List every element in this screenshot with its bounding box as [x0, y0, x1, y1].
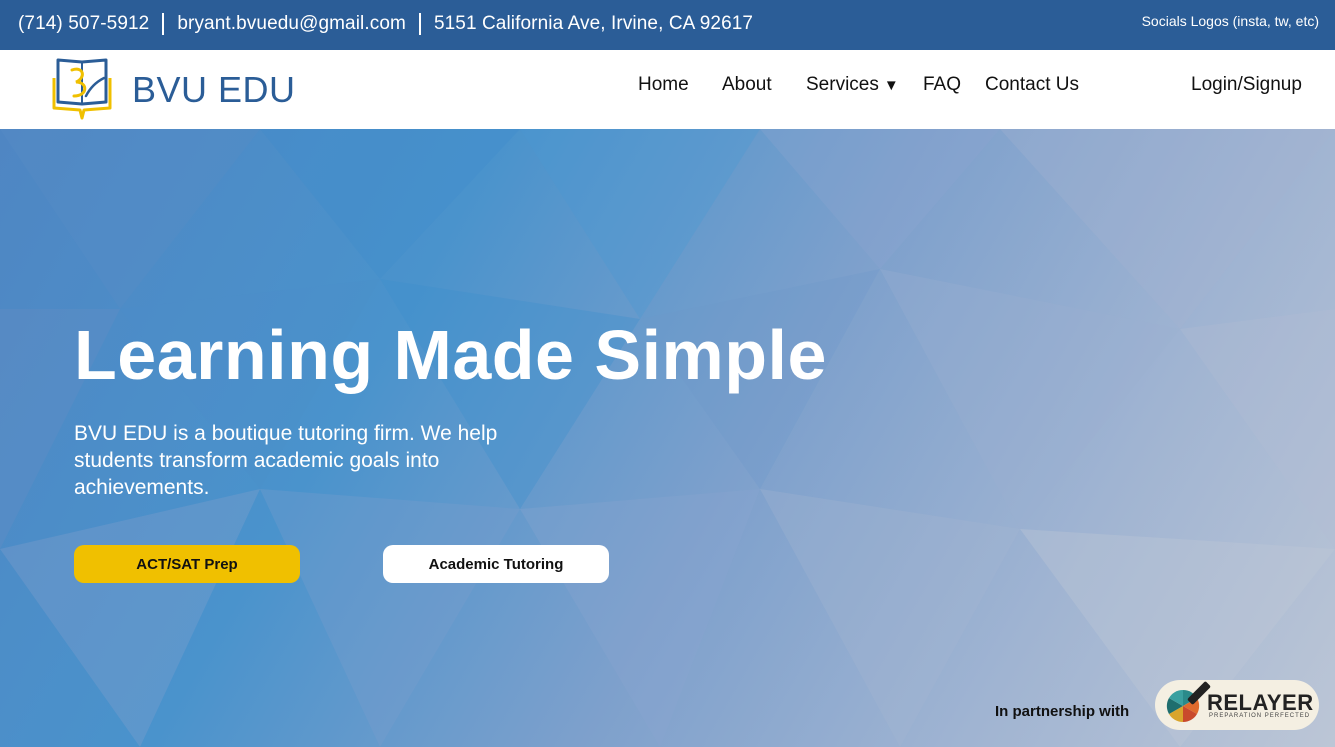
hero-headline: Learning Made Simple	[74, 316, 827, 394]
nav-home[interactable]: Home	[638, 74, 689, 96]
top-contact-bar: (714) 507-5912 bryant.bvuedu@gmail.com 5…	[0, 0, 1335, 50]
relayer-partner-logo[interactable]: RELAYER PREPARATION PERFECTED	[1155, 680, 1319, 730]
main-navbar: BVU EDU Home About Services ▼ FAQ Contac…	[0, 50, 1335, 129]
brand-name: BVU EDU	[132, 69, 296, 110]
login-signup-link[interactable]: Login/Signup	[1191, 74, 1302, 96]
academic-tutoring-button[interactable]: Academic Tutoring	[383, 545, 609, 583]
socials-placeholder[interactable]: Socials Logos (insta, tw, etc)	[1142, 13, 1319, 29]
brand-logo[interactable]: BVU EDU	[50, 56, 296, 124]
hero-section: Learning Made Simple BVU EDU is a boutiq…	[0, 129, 1335, 747]
nav-services[interactable]: Services ▼	[806, 74, 899, 96]
book-icon	[52, 58, 112, 120]
phone-number[interactable]: (714) 507-5912	[18, 13, 149, 35]
contact-info: (714) 507-5912 bryant.bvuedu@gmail.com 5…	[18, 13, 753, 35]
nav-about[interactable]: About	[722, 74, 772, 96]
caret-down-icon: ▼	[883, 76, 899, 94]
partnership-label: In partnership with	[995, 703, 1130, 720]
email-address[interactable]: bryant.bvuedu@gmail.com	[177, 13, 406, 35]
divider	[162, 13, 165, 35]
street-address: 5151 California Ave, Irvine, CA 92617	[433, 13, 754, 34]
nav-faq[interactable]: FAQ	[923, 74, 961, 96]
divider	[418, 13, 421, 35]
nav-contact[interactable]: Contact Us	[985, 74, 1079, 96]
act-sat-prep-button[interactable]: ACT/SAT Prep	[74, 545, 300, 583]
partner-tagline: PREPARATION PERFECTED	[1209, 713, 1311, 719]
nav-services-label: Services	[806, 74, 879, 95]
hero-subtext: BVU EDU is a boutique tutoring firm. We …	[74, 422, 498, 499]
